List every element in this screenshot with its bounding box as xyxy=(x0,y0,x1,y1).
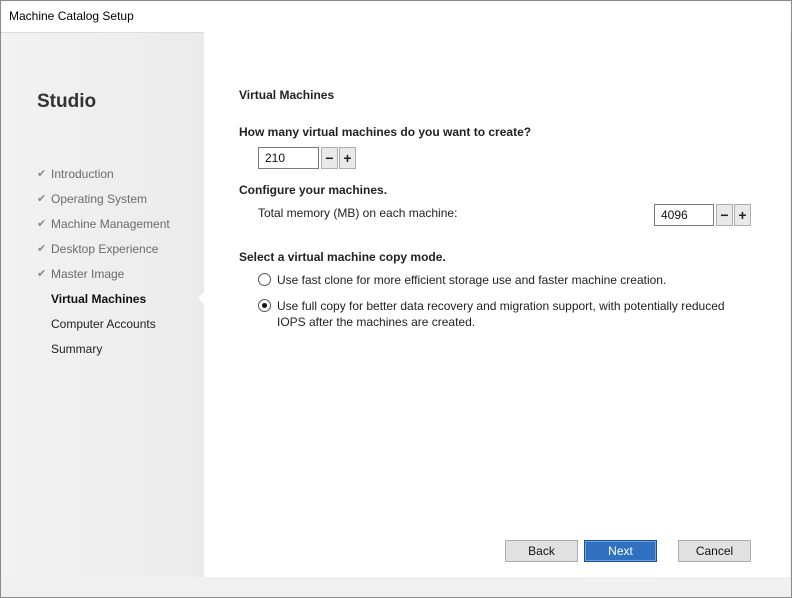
full-copy-radio[interactable] xyxy=(258,299,271,312)
step-label: Virtual Machines xyxy=(51,292,147,306)
vm-count-input[interactable]: 210 xyxy=(258,147,319,169)
step-label: Desktop Experience xyxy=(51,242,159,256)
step-label: Master Image xyxy=(51,267,125,281)
copy-mode-heading: Select a virtual machine copy mode. xyxy=(239,250,446,264)
current-step-pointer xyxy=(198,291,205,305)
back-button[interactable]: Back xyxy=(505,540,578,562)
cancel-button[interactable]: Cancel xyxy=(678,540,751,562)
memory-increment-button[interactable]: + xyxy=(734,204,751,226)
step-virtual-machines: Virtual Machines xyxy=(37,291,170,316)
full-copy-label-line2: IOPS after the machines are created. xyxy=(277,315,476,329)
checkmark-icon: ✔ xyxy=(37,268,47,280)
content-header-area xyxy=(204,32,790,91)
configure-heading: Configure your machines. xyxy=(239,183,388,197)
step-label: Machine Management xyxy=(51,217,170,231)
wizard-sidebar: Studio ✔ Introduction ✔ Operating System… xyxy=(1,33,205,577)
vm-count-question: How many virtual machines do you want to… xyxy=(239,125,532,139)
vm-count-increment-button[interactable]: + xyxy=(339,147,356,169)
step-master-image: ✔ Master Image xyxy=(37,266,170,291)
checkmark-icon: ✔ xyxy=(37,243,47,255)
step-desktop-experience: ✔ Desktop Experience xyxy=(37,241,170,266)
page-title: Virtual Machines xyxy=(239,88,335,102)
step-machine-management: ✔ Machine Management xyxy=(37,216,170,241)
step-computer-accounts: Computer Accounts xyxy=(37,316,170,341)
vm-count-decrement-button[interactable]: − xyxy=(321,147,338,169)
step-summary: Summary xyxy=(37,341,170,366)
studio-brand: Studio xyxy=(37,91,97,112)
memory-decrement-button[interactable]: − xyxy=(716,204,733,226)
step-introduction: ✔ Introduction xyxy=(37,166,170,191)
fast-clone-radio[interactable] xyxy=(258,273,271,286)
next-button[interactable]: Next xyxy=(584,540,657,562)
step-label: Computer Accounts xyxy=(51,317,156,331)
wizard-steps: ✔ Introduction ✔ Operating System ✔ Mach… xyxy=(37,166,170,366)
step-label: Introduction xyxy=(51,167,114,181)
window-title: Machine Catalog Setup xyxy=(9,9,134,23)
step-label: Operating System xyxy=(51,192,148,206)
checkmark-icon: ✔ xyxy=(37,193,47,205)
fast-clone-option[interactable]: Use fast clone for more efficient storag… xyxy=(258,272,738,288)
checkmark-icon: ✔ xyxy=(37,218,47,230)
memory-label: Total memory (MB) on each machine: xyxy=(258,206,458,220)
full-copy-label: Use full copy for better data recovery a… xyxy=(277,298,725,330)
full-copy-label-line1: Use full copy for better data recovery a… xyxy=(277,299,725,313)
memory-input[interactable]: 4096 xyxy=(654,204,714,226)
fast-clone-label: Use fast clone for more efficient storag… xyxy=(277,273,667,287)
full-copy-option[interactable]: Use full copy for better data recovery a… xyxy=(258,298,738,330)
checkmark-icon: ✔ xyxy=(37,168,47,180)
step-label: Summary xyxy=(51,342,103,356)
title-bar: Machine Catalog Setup xyxy=(1,1,791,33)
step-operating-system: ✔ Operating System xyxy=(37,191,170,216)
